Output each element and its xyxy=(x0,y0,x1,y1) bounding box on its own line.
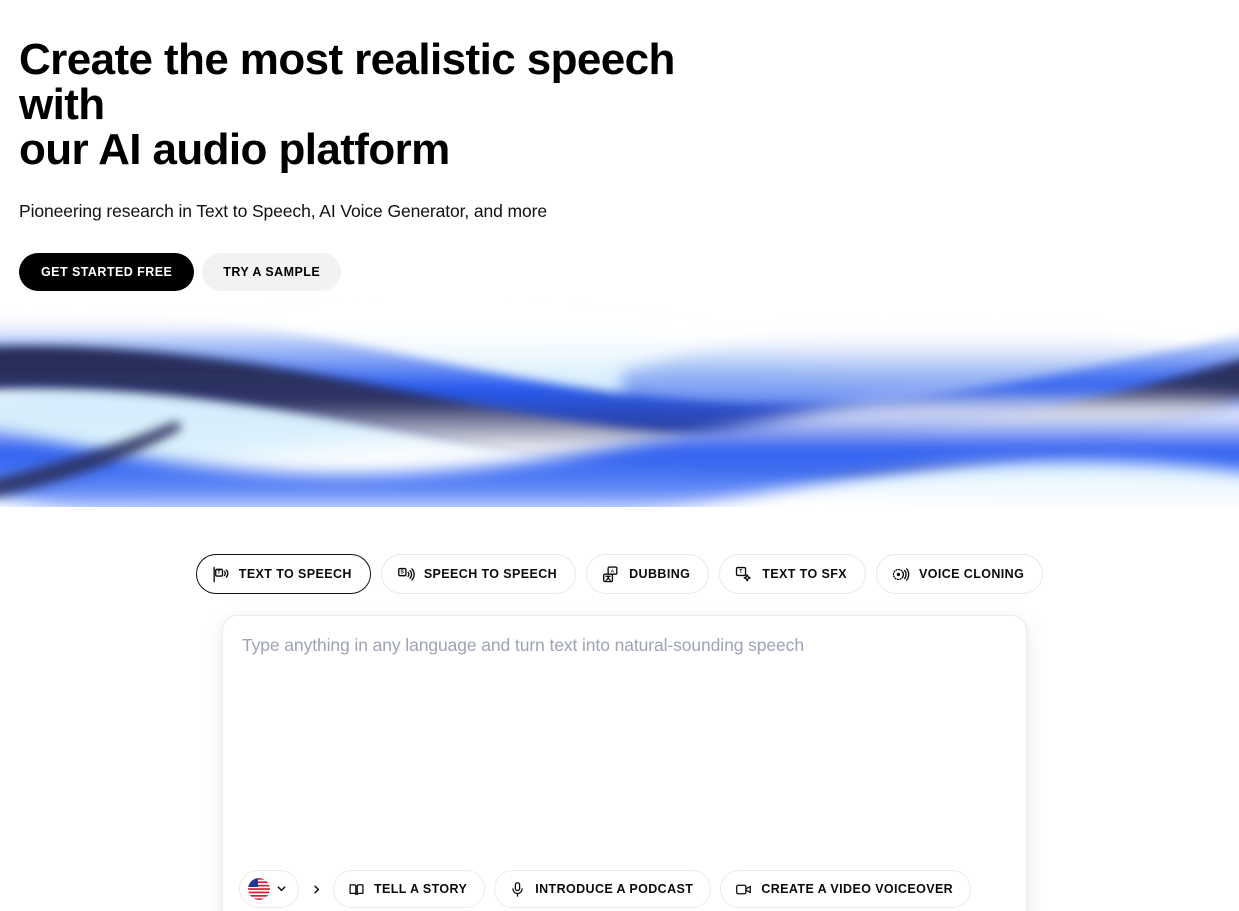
page-title-line-1: Create the most realistic speech with xyxy=(19,35,675,129)
book-icon xyxy=(348,881,365,898)
suggestion-create-a-video-voiceover[interactable]: CREATE A VIDEO VOICEOVER xyxy=(720,870,972,908)
chip-label: INTRODUCE A PODCAST xyxy=(535,882,694,896)
get-started-free-button[interactable]: GET STARTED FREE xyxy=(19,253,195,292)
tab-text-to-speech[interactable]: T TEXT TO SPEECH xyxy=(195,554,371,594)
tab-label: VOICE CLONING xyxy=(919,567,1025,581)
suggestion-introduce-a-podcast[interactable]: INTRODUCE A PODCAST xyxy=(494,870,712,908)
svg-text:S: S xyxy=(400,569,404,575)
mode-tabs: T TEXT TO SPEECH S SPEECH TO SPEECH A DU… xyxy=(0,554,1239,594)
tab-dubbing[interactable]: A DUBBING xyxy=(586,554,710,594)
audio-wave-graphic xyxy=(0,282,1239,507)
dubbing-translate-icon: A xyxy=(601,565,620,584)
composer-card: Type anything in any language and turn t… xyxy=(222,615,1027,911)
suggestion-tell-a-story[interactable]: TELL A STORY xyxy=(333,870,486,908)
svg-text:T: T xyxy=(217,570,221,576)
page-subtitle: Pioneering research in Text to Speech, A… xyxy=(19,200,548,221)
tab-label: DUBBING xyxy=(629,567,691,581)
speech-to-speech-icon: S xyxy=(396,565,415,584)
tab-label: TEXT TO SPEECH xyxy=(238,567,352,581)
chip-label: TELL A STORY xyxy=(374,882,468,896)
page-title: Create the most realistic speech with ou… xyxy=(19,35,719,174)
page-title-line-2: our AI audio platform xyxy=(19,124,450,174)
tab-text-to-sfx[interactable]: T TEXT TO SFX xyxy=(719,554,866,594)
try-a-sample-button[interactable]: TRY A SAMPLE xyxy=(202,253,342,292)
hero-section: Create the most realistic speech with ou… xyxy=(0,0,1239,292)
chip-label: CREATE A VIDEO VOICEOVER xyxy=(761,882,954,896)
hero-cta-group: GET STARTED FREE TRY A SAMPLE xyxy=(19,253,1239,292)
tab-voice-cloning[interactable]: VOICE CLONING xyxy=(876,554,1044,594)
svg-text:T: T xyxy=(740,569,744,575)
video-camera-icon xyxy=(735,881,752,898)
tab-label: TEXT TO SFX xyxy=(762,567,847,581)
chevron-right-icon[interactable] xyxy=(308,870,324,908)
landing-page: Create the most realistic speech with ou… xyxy=(0,0,1239,911)
microphone-icon xyxy=(509,881,526,898)
composer-toolbar: TELL A STORY INTRODUCE A PODCAST CREATE … xyxy=(239,870,972,908)
composer-placeholder[interactable]: Type anything in any language and turn t… xyxy=(242,634,1006,658)
us-flag-icon xyxy=(248,878,270,900)
chevron-down-icon xyxy=(276,882,287,897)
language-selector[interactable] xyxy=(239,870,299,908)
tab-speech-to-speech[interactable]: S SPEECH TO SPEECH xyxy=(380,554,577,594)
tab-label: SPEECH TO SPEECH xyxy=(423,567,558,581)
text-to-sfx-icon: T xyxy=(734,565,753,584)
text-to-speech-icon: T xyxy=(211,565,230,584)
voice-cloning-icon xyxy=(891,565,910,584)
